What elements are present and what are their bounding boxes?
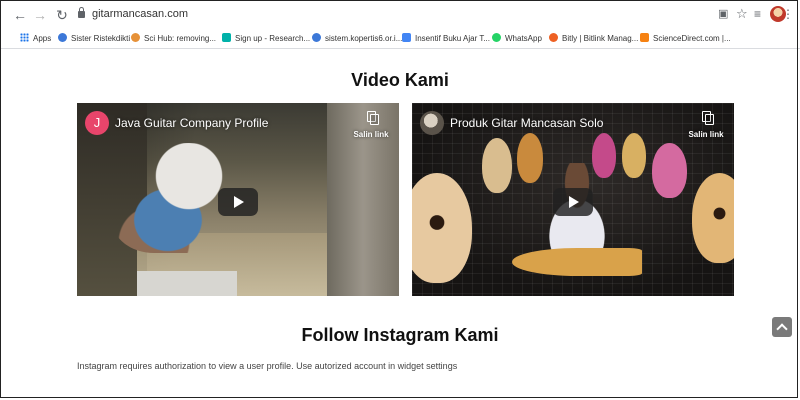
lock-icon[interactable] — [78, 7, 85, 18]
bookmark-sister-ristekdikti[interactable]: Sister Ristekdikti — [58, 33, 130, 45]
instagram-auth-message: Instagram requires authorization to view… — [77, 361, 458, 371]
play-button[interactable] — [218, 187, 258, 216]
bookmark-insentif-buku[interactable]: Insentif Buku Ajar T... — [402, 33, 490, 45]
star-icon[interactable]: ☆ — [736, 6, 750, 22]
copy-link-label: Salin link — [688, 130, 724, 139]
kebab-icon[interactable]: ⋮ — [782, 6, 796, 22]
elsevier-icon — [640, 33, 649, 42]
bookmark-researchgate[interactable]: Sign up - Research... — [222, 33, 310, 45]
bookmark-label: Sign up - Research... — [235, 34, 311, 43]
reading-list-icon[interactable]: ≡ — [754, 6, 768, 22]
video-title[interactable]: Produk Gitar Mancasan Solo — [450, 116, 603, 130]
copy-link-label: Salin link — [353, 130, 389, 139]
guitar-shape — [482, 138, 512, 193]
bookmark-label: WhatsApp — [505, 34, 542, 43]
copy-icon — [366, 111, 379, 125]
video-thumbnail-scene — [522, 163, 632, 296]
bookmark-label: Sister Ristekdikti — [71, 34, 131, 43]
bookmark-scihub[interactable]: Sci Hub: removing... — [131, 33, 216, 45]
bookmark-label: Apps — [33, 34, 52, 43]
channel-avatar[interactable]: J — [85, 111, 109, 135]
guitar-shape — [512, 248, 642, 276]
translate-icon[interactable]: ▣ — [718, 6, 732, 22]
doc-icon — [402, 33, 411, 42]
globe-icon — [58, 33, 67, 42]
bookmark-kopertis[interactable]: sistem.kopertis6.or.i... — [312, 33, 402, 45]
reload-icon[interactable]: ↻ — [54, 7, 70, 23]
bookmark-whatsapp[interactable]: WhatsApp — [492, 33, 542, 45]
researchgate-icon — [222, 33, 231, 42]
whatsapp-icon — [492, 33, 501, 42]
bookmark-sciencedirect[interactable]: ScienceDirect.com |... — [640, 33, 731, 45]
guitar-shape — [692, 173, 734, 263]
scroll-to-top-button[interactable] — [772, 317, 792, 337]
play-button[interactable] — [553, 187, 593, 216]
channel-avatar[interactable] — [420, 111, 444, 135]
bookmark-label: ScienceDirect.com |... — [653, 34, 731, 43]
video-embed-1[interactable]: J Java Guitar Company Profile Salin link — [77, 103, 399, 296]
bookmark-label: Insentif Buku Ajar T... — [415, 34, 491, 43]
video-section-title: Video Kami — [351, 70, 449, 90]
address-bar[interactable]: gitarmancasan.com — [92, 8, 188, 20]
bookmarks-bar: Apps Sister Ristekdikti Sci Hub: removin… — [0, 30, 800, 49]
bookmark-label: sistem.kopertis6.or.i... — [325, 34, 403, 43]
forward-icon[interactable]: → — [32, 7, 48, 23]
copy-link-button[interactable]: Salin link — [684, 111, 728, 142]
apps-icon — [20, 33, 29, 42]
bitly-icon — [549, 33, 558, 42]
globe-icon — [312, 33, 321, 42]
bookmark-apps[interactable]: Apps — [20, 33, 51, 45]
video-thumbnail-scene — [137, 271, 237, 296]
bookmark-label: Sci Hub: removing... — [144, 34, 217, 43]
bookmark-label: Bitly | Bitlink Manag... — [562, 34, 639, 43]
browser-toolbar: ← → ↻ gitarmancasan.com ▣ ☆ ≡ ⋮ — [0, 0, 800, 30]
back-icon[interactable]: ← — [12, 7, 28, 23]
video-embed-2[interactable]: Produk Gitar Mancasan Solo Salin link — [412, 103, 734, 296]
guitar-shape — [652, 143, 687, 198]
video-title[interactable]: Java Guitar Company Profile — [115, 116, 268, 130]
copy-link-button[interactable]: Salin link — [349, 111, 393, 142]
copy-icon — [701, 111, 714, 125]
instagram-section-title: Follow Instagram Kami — [301, 325, 499, 345]
scihub-icon — [131, 33, 140, 42]
bookmark-bitly[interactable]: Bitly | Bitlink Manag... — [549, 33, 638, 45]
